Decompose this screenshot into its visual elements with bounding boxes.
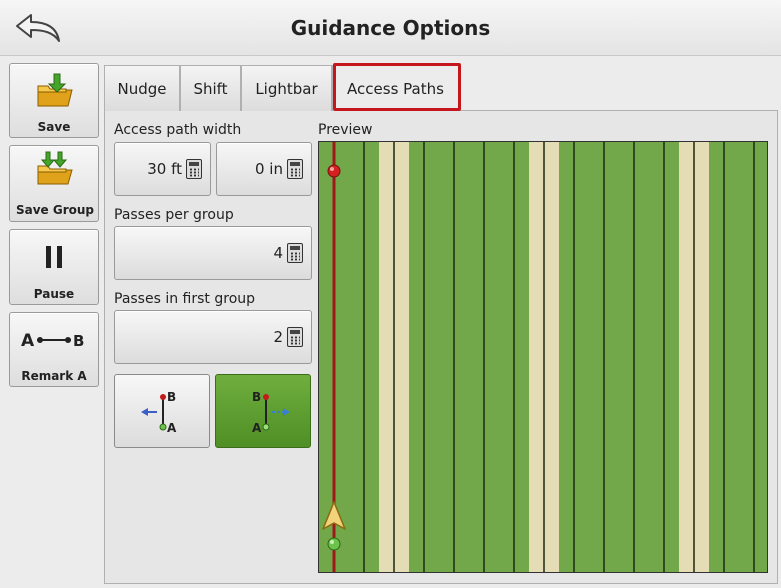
pause-icon: [46, 246, 62, 268]
access-width-feet-field[interactable]: 30 ft: [114, 142, 211, 196]
passes-first-group-label: Passes in first group: [114, 291, 256, 307]
passes-per-group-field[interactable]: 4: [114, 226, 312, 280]
ab-line-right-arrow-icon: B A: [252, 390, 290, 435]
svg-text:B: B: [252, 390, 261, 404]
tab-access-paths[interactable]: Access Paths: [332, 65, 459, 111]
remark-a-button[interactable]: A B Remark A: [9, 312, 99, 387]
preview-canvas: [322, 142, 755, 572]
direction-right-button[interactable]: B A: [215, 374, 311, 448]
a-to-b-icon: A B: [21, 331, 84, 351]
svg-text:B: B: [73, 332, 84, 350]
calculator-icon: [287, 243, 303, 263]
save-group-button[interactable]: Save Group: [9, 145, 99, 222]
ab-line-left-arrow-icon: B A: [141, 390, 177, 435]
save-label: Save: [37, 120, 71, 134]
access-path-width-label: Access path width: [114, 122, 242, 138]
passes-per-group-value: 4: [273, 244, 283, 262]
back-button[interactable]: [8, 8, 68, 48]
tab-nudge[interactable]: Nudge: [104, 65, 180, 111]
calculator-icon: [287, 159, 303, 179]
passes-first-group-value: 2: [273, 328, 283, 346]
save-group-folder-icon: [37, 151, 73, 185]
pause-button[interactable]: Pause: [9, 229, 99, 305]
pause-label: Pause: [33, 287, 75, 301]
save-group-label: Save Group: [15, 203, 95, 217]
back-arrow-icon: [16, 14, 60, 42]
save-button[interactable]: Save: [9, 63, 99, 138]
access-width-inches-value: 0 in: [255, 160, 283, 178]
remark-a-label: Remark A: [21, 369, 87, 383]
save-folder-icon: [37, 73, 73, 107]
access-width-feet-value: 30 ft: [147, 160, 182, 178]
calculator-icon: [186, 159, 202, 179]
svg-text:B: B: [167, 390, 176, 404]
direction-left-button[interactable]: B A: [114, 374, 210, 448]
passes-first-group-field[interactable]: 2: [114, 310, 312, 364]
tab-shift[interactable]: Shift: [180, 65, 241, 111]
access-width-inches-field[interactable]: 0 in: [216, 142, 312, 196]
svg-text:A: A: [167, 421, 177, 435]
page-title: Guidance Options: [290, 16, 491, 40]
passes-per-group-label: Passes per group: [114, 207, 234, 223]
header-bar: Guidance Options: [0, 0, 781, 56]
svg-text:A: A: [21, 331, 35, 351]
tab-lightbar[interactable]: Lightbar: [241, 65, 332, 111]
access-path-preview: [318, 141, 768, 573]
preview-label: Preview: [318, 122, 373, 138]
calculator-icon: [287, 327, 303, 347]
svg-text:A: A: [252, 421, 262, 435]
